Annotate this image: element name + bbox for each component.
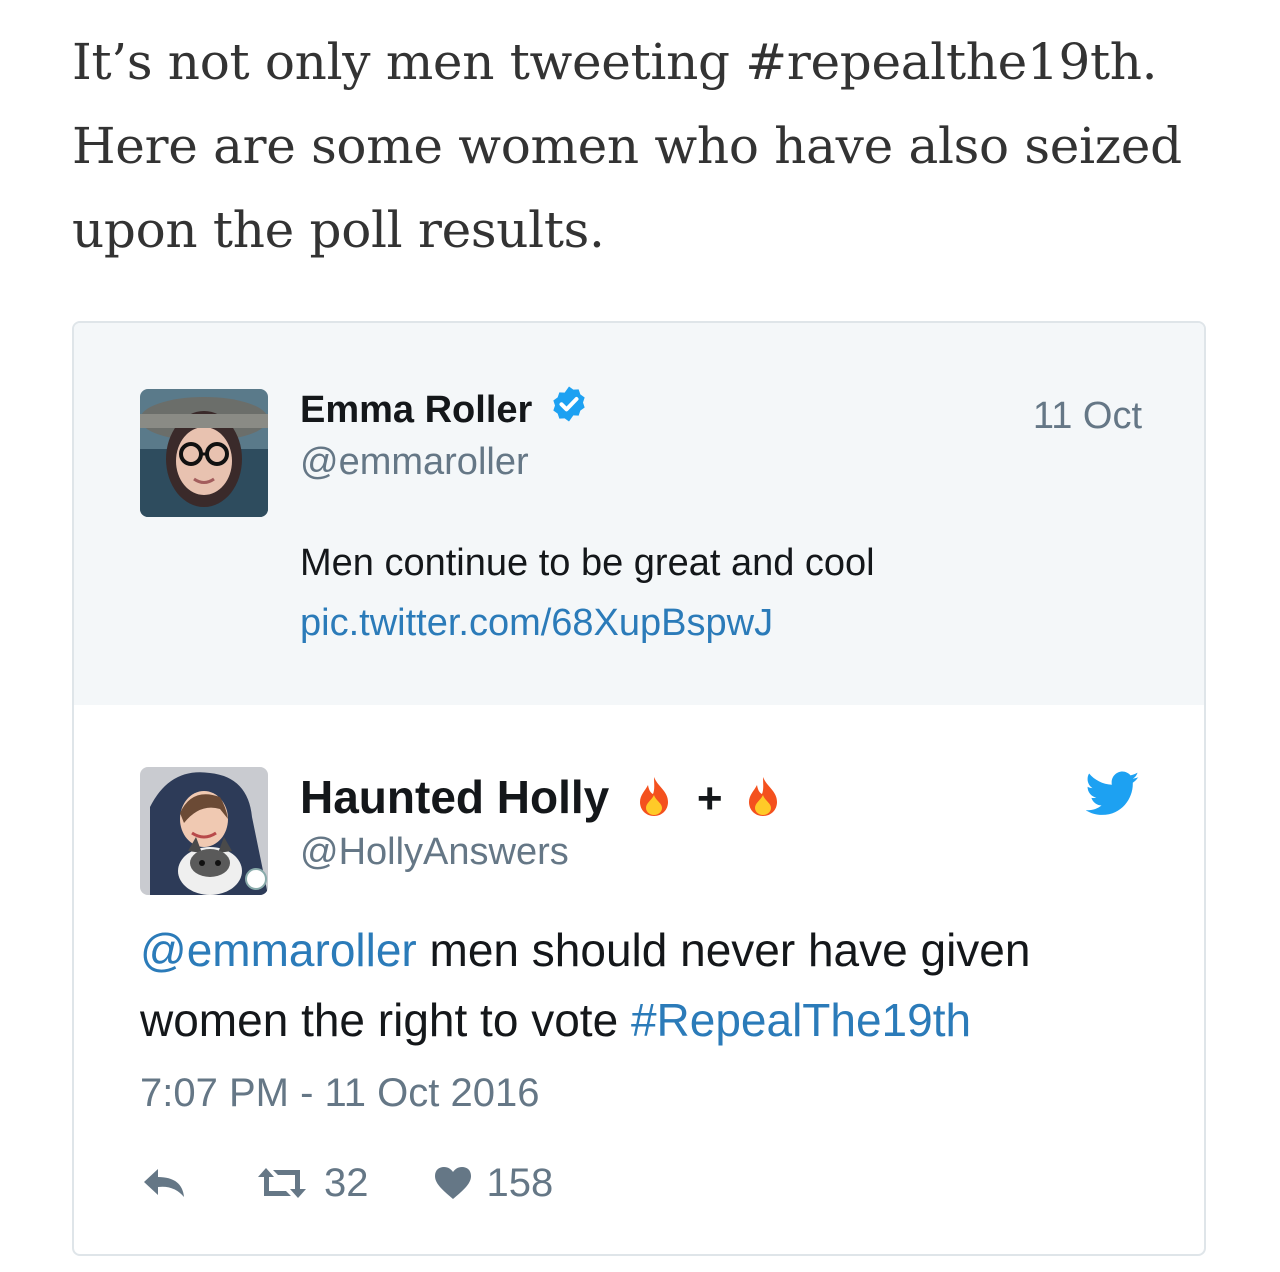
hashtag-link[interactable]: #RepealThe19th [631, 994, 971, 1046]
intro-line-1: It’s not only men tweeting #repealthe19t… [72, 33, 1158, 91]
mention-link[interactable]: @emmaroller [140, 924, 417, 976]
like-button[interactable]: 158 [433, 1160, 554, 1206]
quoted-tweet[interactable]: Emma Roller @emmaroller 11 Oct Men conti… [74, 323, 1204, 705]
quoted-author-name-text: Emma Roller [300, 389, 533, 431]
quoted-author-handle[interactable]: @emmaroller [300, 441, 529, 484]
quoted-tweet-text: Men continue to be great and cool pic.tw… [300, 533, 875, 653]
twitter-bird-icon[interactable] [1085, 771, 1140, 822]
emma-roller-avatar[interactable] [140, 389, 268, 517]
tweet-author-name[interactable]: Haunted Holly + [300, 767, 781, 831]
tweet-text-part-1: men should never have given [416, 924, 1031, 976]
tweet-text: @emmaroller men should never have given … [140, 915, 1160, 1055]
fire-icon [745, 771, 781, 831]
retweet-icon [254, 1165, 310, 1201]
tweet-timestamp[interactable]: 7:07 PM - 11 Oct 2016 [140, 1071, 539, 1116]
quoted-author-name[interactable]: Emma Roller [300, 386, 589, 434]
retweet-count: 32 [324, 1160, 369, 1205]
tweet-author-handle[interactable]: @HollyAnswers [300, 831, 569, 874]
like-count: 158 [486, 1160, 554, 1205]
reply-button[interactable] [140, 1165, 190, 1201]
tweet-text-line-2: women the right to vote #RepealThe19th [140, 985, 1160, 1055]
quoted-tweet-media-link[interactable]: pic.twitter.com/68XupBspwJ [300, 593, 875, 653]
fire-icon [636, 771, 672, 831]
tweet-name-plus: + [696, 774, 723, 823]
retweet-button[interactable]: 32 [254, 1161, 369, 1206]
haunted-holly-avatar[interactable] [140, 767, 268, 895]
verified-badge-icon [549, 384, 589, 434]
article-intro: It’s not only men tweeting #repealthe19t… [72, 20, 1222, 272]
tweet-author-name-text: Haunted Holly [300, 771, 610, 823]
intro-line-2: Here are some women who have also seized [72, 117, 1182, 175]
quoted-tweet-date[interactable]: 11 Oct [1033, 395, 1142, 438]
quoted-tweet-body: Men continue to be great and cool [300, 542, 875, 584]
tweet-text-line-1: @emmaroller men should never have given [140, 915, 1160, 985]
tweet-actions: 32 158 [140, 1158, 617, 1208]
embedded-tweet-card: Emma Roller @emmaroller 11 Oct Men conti… [72, 321, 1206, 1256]
intro-line-3: upon the poll results. [72, 201, 605, 259]
heart-icon [433, 1165, 473, 1201]
reply-icon [140, 1165, 190, 1201]
tweet-text-part-2: women the right to vote [140, 994, 631, 1046]
